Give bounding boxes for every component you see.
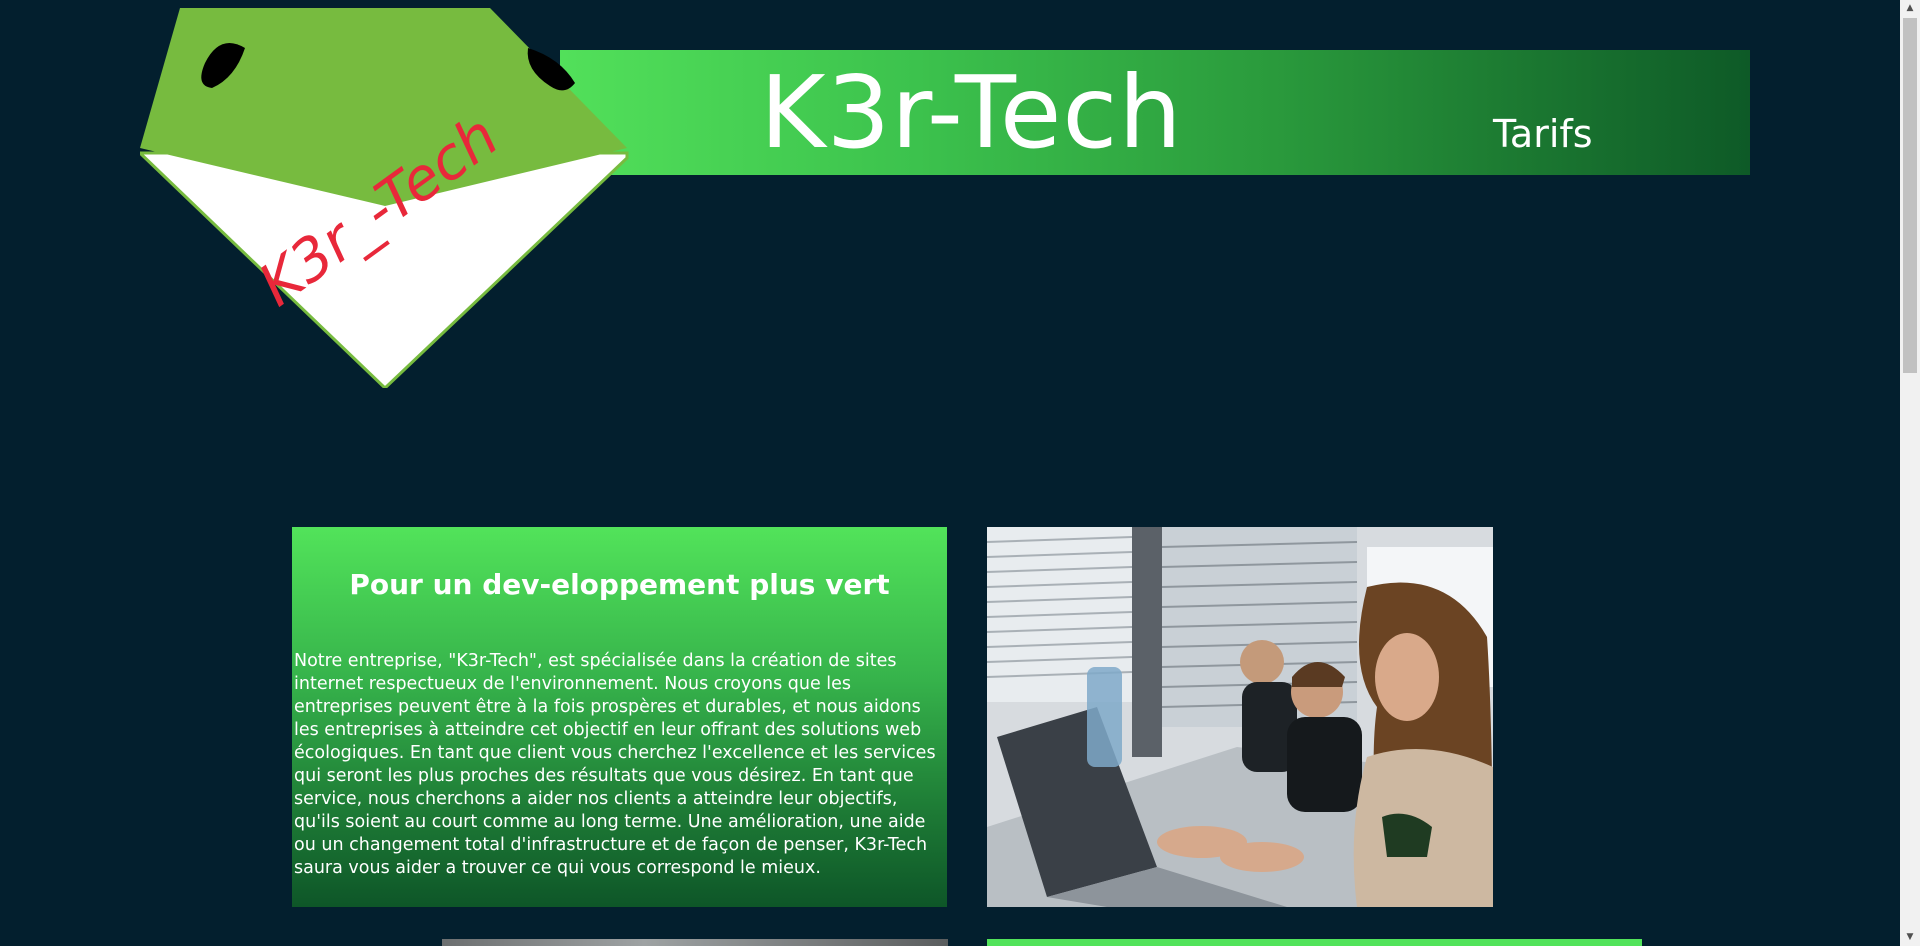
logo[interactable]: K3r_-Tech [136, 8, 630, 391]
intro-card: Pour un dev-eloppement plus vert Notre e… [292, 527, 947, 907]
bottom-photo [442, 939, 948, 946]
nav-link-tarifs[interactable]: Tarifs [1493, 110, 1593, 158]
scroll-down-icon[interactable]: ▼ [1900, 929, 1920, 946]
logo-image: K3r_-Tech [136, 8, 629, 391]
brand-title: K3r-Tech [760, 54, 1183, 171]
scroll-up-icon[interactable]: ▲ [1900, 0, 1920, 17]
team-photo-image [987, 527, 1493, 907]
team-photo [987, 527, 1493, 907]
intro-heading: Pour un dev-eloppement plus vert [349, 568, 890, 601]
bottom-card [987, 939, 1642, 946]
vertical-scrollbar[interactable]: ▲ ▼ [1900, 0, 1920, 946]
intro-text: Notre entreprise, "K3r-Tech", est spécia… [294, 651, 936, 878]
scroll-thumb[interactable] [1903, 18, 1917, 373]
